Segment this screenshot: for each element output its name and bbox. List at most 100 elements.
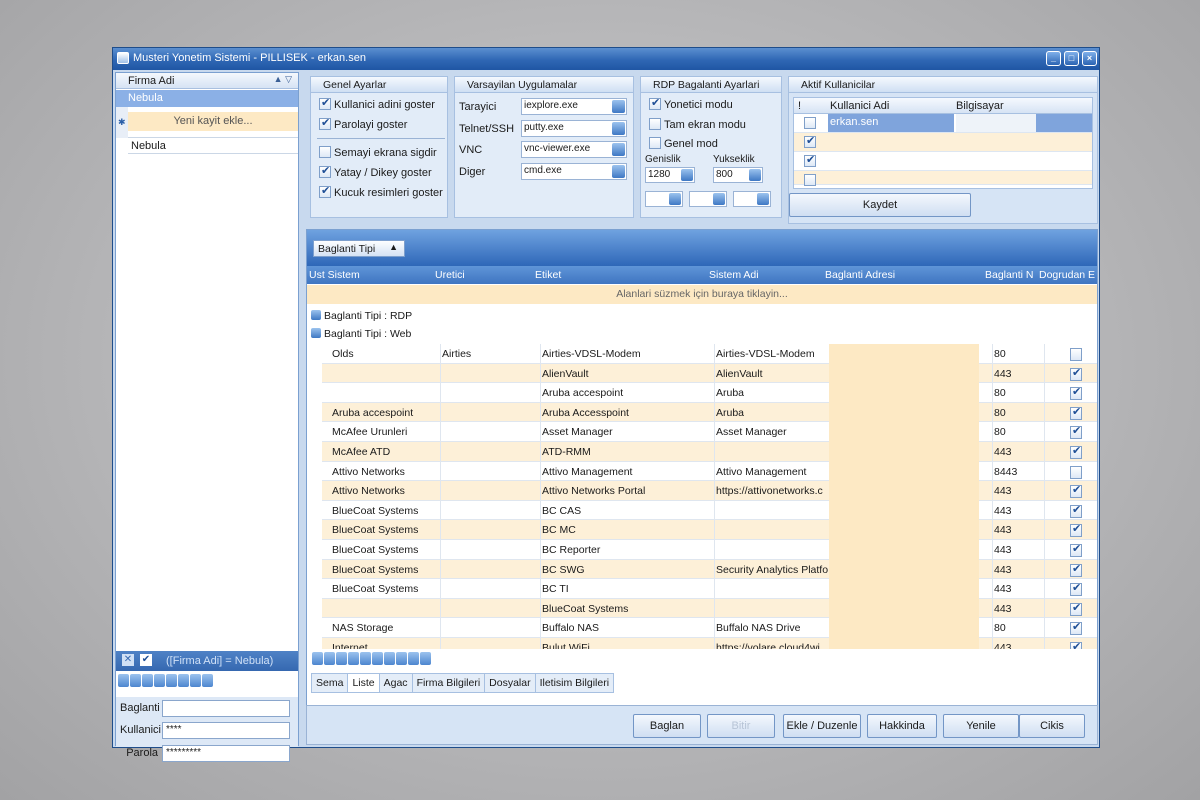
table-row[interactable]: BlueCoat SystemsBC TIh443 <box>322 579 1097 599</box>
next-page-icon[interactable] <box>360 652 371 665</box>
table-row[interactable]: Aruba accespointAruba AccesspointAruba18… <box>322 402 1097 423</box>
column-header-username[interactable]: Kullanici Adi <box>830 100 889 112</box>
column-header-etiket[interactable]: Etiket <box>535 269 705 281</box>
exit-button[interactable]: Cikis <box>1019 714 1085 738</box>
table-row[interactable]: BlueCoat SystemsBC Reporterh443 <box>322 540 1097 560</box>
group-by-chip[interactable]: Baglanti Tipi ▲ <box>313 240 405 257</box>
browser-field[interactable]: iexplore.exe <box>521 98 627 115</box>
ssh-field[interactable]: putty.exe <box>521 120 627 137</box>
parola-field[interactable]: ********* <box>162 745 290 762</box>
opt-horizontal-vertical[interactable]: Yatay / Dikey goster <box>319 164 432 179</box>
browse-icon[interactable] <box>612 100 625 113</box>
opt-show-username[interactable]: Kullanici adini goster <box>319 96 435 111</box>
first-record-icon[interactable] <box>312 652 323 665</box>
company-list-header[interactable]: Firma Adi ▲ ▽ <box>116 73 298 89</box>
edit-record-icon[interactable] <box>166 674 177 687</box>
filter-row[interactable]: Alanlari süzmek için buraya tiklayin... <box>307 285 1097 304</box>
extra-field-2[interactable] <box>689 191 727 207</box>
column-header-dogrudan[interactable]: Dogrudan E <box>1039 269 1095 281</box>
chevron-down-icon[interactable] <box>713 193 725 205</box>
checkbox-admin-mode[interactable] <box>649 96 661 110</box>
close-icon[interactable]: × <box>1082 51 1097 66</box>
browse-icon[interactable] <box>612 143 625 156</box>
checkbox-fit-schema[interactable] <box>319 146 331 158</box>
extra-field-3[interactable] <box>733 191 771 207</box>
user-row-checkbox[interactable] <box>804 117 816 129</box>
company-filter-row[interactable]: Nebula <box>116 90 298 107</box>
checkbox-horizontal-vertical[interactable] <box>319 164 331 178</box>
direct-checkbox[interactable] <box>1070 602 1082 616</box>
add-edit-button[interactable]: Ekle / Duzenle <box>783 714 861 738</box>
user-row[interactable] <box>794 152 1092 171</box>
width-select[interactable]: 1280 <box>645 167 695 183</box>
opt-thumbnails[interactable]: Kucuk resimleri goster <box>319 184 443 199</box>
chevron-down-icon[interactable] <box>757 193 769 205</box>
prev-record-icon[interactable] <box>130 674 141 687</box>
add-record-icon[interactable] <box>384 652 395 665</box>
group-row-rdp[interactable]: Baglanti Tipi : RDP <box>311 310 412 322</box>
browse-icon[interactable] <box>612 165 625 178</box>
direct-checkbox[interactable] <box>1070 485 1082 499</box>
column-header-baglanti-adresi[interactable]: Baglanti Adresi <box>825 269 983 281</box>
baglanti-field[interactable] <box>162 700 290 717</box>
direct-checkbox[interactable] <box>1070 504 1082 518</box>
direct-checkbox[interactable] <box>1070 524 1082 538</box>
user-row-checkbox[interactable] <box>804 174 816 186</box>
edit-record-icon[interactable] <box>420 652 431 665</box>
user-row[interactable] <box>794 171 1092 186</box>
opt-show-password[interactable]: Parolayi goster <box>319 116 407 131</box>
delete-record-icon[interactable] <box>408 652 419 665</box>
group-row-web[interactable]: Baglanti Tipi : Web <box>311 328 411 340</box>
column-header-computer[interactable]: Bilgisayar <box>956 100 1004 112</box>
opt-general-mode[interactable]: Genel mod <box>649 137 718 150</box>
checkbox-general-mode[interactable] <box>649 137 661 149</box>
prev-record-icon[interactable] <box>336 652 347 665</box>
direct-checkbox[interactable] <box>1070 446 1082 459</box>
expand-icon[interactable] <box>311 310 321 320</box>
column-header-baglanti-no[interactable]: Baglanti N <box>985 269 1037 281</box>
table-row[interactable]: Olds Airties Airties-VDSL-Modem Airties-VDS… <box>322 344 1097 364</box>
opt-fullscreen-mode[interactable]: Tam ekran modu <box>649 118 746 131</box>
chevron-down-icon[interactable] <box>749 169 761 181</box>
save-button[interactable]: Kaydet <box>789 193 971 217</box>
user-row[interactable] <box>794 133 1092 152</box>
tab-agac[interactable]: Agac <box>378 673 413 693</box>
column-header-ust-sistem[interactable]: Ust Sistem <box>309 269 433 281</box>
direct-checkbox[interactable] <box>1070 622 1082 636</box>
table-row[interactable]: BlueCoat SystemsBC MCh443 <box>322 520 1097 540</box>
direct-checkbox[interactable] <box>1070 426 1082 440</box>
kullanici-field[interactable]: **** <box>162 722 290 739</box>
direct-checkbox[interactable] <box>1070 563 1082 577</box>
vnc-field[interactable]: vnc-viewer.exe <box>521 141 627 158</box>
browse-icon[interactable] <box>612 122 625 135</box>
checkbox-thumbnails[interactable] <box>319 184 331 198</box>
direct-checkbox[interactable] <box>1070 367 1082 381</box>
table-row[interactable]: Attivo Networks Attivo Management Attivo M… <box>322 461 1097 482</box>
column-header-sistem-adi[interactable]: Sistem Adi <box>709 269 823 281</box>
user-row-checkbox[interactable] <box>804 153 816 167</box>
tab-liste[interactable]: Liste <box>347 673 380 693</box>
table-row[interactable]: Internet Bulut WiFi https://volare.cloud4w… <box>322 638 1097 649</box>
other-field[interactable]: cmd.exe <box>521 163 627 180</box>
refresh-record-icon[interactable] <box>202 674 213 687</box>
collapse-icon[interactable] <box>311 328 321 338</box>
about-button[interactable]: Hakkinda <box>867 714 937 738</box>
table-row[interactable]: Attivo Networks Attivo Networks Portal htt… <box>322 481 1097 501</box>
height-select[interactable]: 800 <box>713 167 763 183</box>
first-record-icon[interactable] <box>118 674 129 687</box>
tab-firma-bilgileri[interactable]: Firma Bilgileri <box>411 673 486 693</box>
minimize-icon[interactable]: _ <box>1046 51 1061 66</box>
table-row[interactable]: NAS StorageBuffalo NASBuffalo NAS Driveh… <box>322 618 1097 638</box>
next-record-icon[interactable] <box>348 652 359 665</box>
table-row[interactable]: BlueCoat Systems BC SWG Security Analytics… <box>322 559 1097 580</box>
chevron-down-icon[interactable] <box>681 169 693 181</box>
opt-admin-mode[interactable]: Yonetici modu <box>649 96 733 111</box>
company-row[interactable]: Nebula <box>128 137 298 154</box>
tab-iletisim-bilgileri[interactable]: Iletisim Bilgileri <box>534 673 615 693</box>
refresh-icon[interactable] <box>396 652 407 665</box>
delete-record-icon[interactable] <box>154 674 165 687</box>
direct-checkbox[interactable] <box>1070 544 1082 557</box>
cancel-record-icon[interactable] <box>190 674 201 687</box>
maximize-icon[interactable]: □ <box>1064 51 1079 66</box>
new-record-row[interactable]: Yeni kayit ekle... <box>128 112 298 131</box>
